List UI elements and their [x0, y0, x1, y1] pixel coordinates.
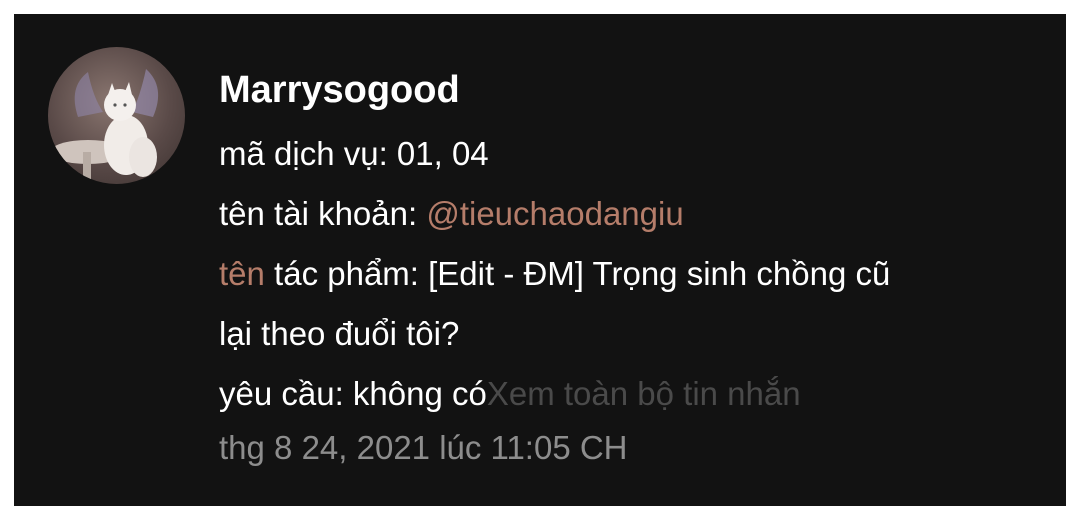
avatar[interactable] — [48, 47, 185, 184]
see-all-button[interactable]: Xem toàn bộ tin nhắn — [487, 375, 801, 412]
line-text: yêu cầu: không có — [219, 375, 487, 412]
message-line-2: tên tài khoản: @tieuchaodangiu — [219, 184, 1039, 244]
message-line-5: yêu cầu: không cóXem toàn bộ tin nhắn — [219, 364, 1039, 424]
hashtag-link[interactable]: tên — [219, 255, 265, 292]
cat-avatar-icon — [50, 69, 159, 184]
message-content: Marrysogood mã dịch vụ: 01, 04 tên tài k… — [219, 64, 1039, 478]
author-name[interactable]: Marrysogood — [219, 64, 1039, 116]
message-timestamp: thg 8 24, 2021 lúc 11:05 CH — [219, 429, 628, 466]
message-card: Marrysogood mã dịch vụ: 01, 04 tên tài k… — [14, 14, 1066, 506]
line-text: mã dịch vụ: 01, 04 — [219, 135, 489, 172]
message-line-4: lại theo đuổi tôi? — [219, 304, 1039, 364]
mention-link[interactable]: @tieuchaodangiu — [426, 195, 683, 232]
message-line-1: mã dịch vụ: 01, 04 — [219, 124, 1039, 184]
line-label: tên tài khoản: — [219, 195, 427, 232]
message-line-3: tên tác phẩm: [Edit - ĐM] Trọng sinh chồ… — [219, 244, 1039, 304]
line-text: tác phẩm: [Edit - ĐM] Trọng sinh chồng c… — [264, 255, 891, 292]
line-text: lại theo đuổi tôi? — [219, 315, 460, 352]
